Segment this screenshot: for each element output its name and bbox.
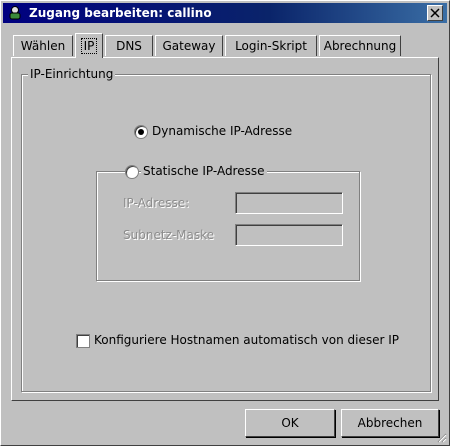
window-title: Zugang bearbeiten: callino	[29, 6, 212, 20]
tab-dns[interactable]: DNS	[105, 35, 153, 56]
static-ip-radio[interactable]	[125, 165, 139, 179]
auto-hostname-checkbox[interactable]	[76, 334, 90, 348]
tab-waehlen[interactable]: Wählen	[13, 35, 73, 56]
tab-login-skript[interactable]: Login-Skript	[225, 35, 317, 56]
ip-setup-group-label: IP-Einrichtung	[28, 67, 116, 81]
resize-grip-icon[interactable]	[435, 431, 447, 443]
tab-gateway[interactable]: Gateway	[155, 35, 223, 56]
auto-hostname-label[interactable]: Konfiguriere Hostnamen automatisch von d…	[94, 333, 399, 347]
connection-icon	[7, 5, 23, 21]
title-bar[interactable]: Zugang bearbeiten: callino	[3, 3, 447, 23]
static-ip-label[interactable]: Statische IP-Adresse	[141, 164, 267, 178]
subnet-mask-label: Subnetz-Maske	[123, 228, 215, 242]
subnet-mask-field[interactable]	[235, 224, 343, 246]
ip-address-label: IP-Adresse:	[123, 196, 190, 210]
ok-button[interactable]: OK	[245, 409, 335, 437]
cancel-button[interactable]: Abbrechen	[341, 409, 439, 437]
dialog-window: Zugang bearbeiten: callino Wählen IP DNS…	[0, 0, 450, 446]
static-ip-group: Statische IP-Adresse IP-Adresse: Subnetz…	[96, 164, 360, 281]
dynamic-ip-radio[interactable]	[134, 125, 148, 139]
tab-abrechnung[interactable]: Abrechnung	[319, 35, 401, 56]
ip-setup-group: IP-Einrichtung Dynamische IP-Adresse Sta…	[21, 67, 431, 392]
ip-address-field[interactable]	[235, 192, 343, 214]
tab-panel-ip: IP-Einrichtung Dynamische IP-Adresse Sta…	[11, 57, 439, 401]
tab-ip[interactable]: IP	[75, 33, 103, 58]
close-icon[interactable]	[427, 5, 443, 21]
dynamic-ip-label[interactable]: Dynamische IP-Adresse	[152, 124, 292, 138]
